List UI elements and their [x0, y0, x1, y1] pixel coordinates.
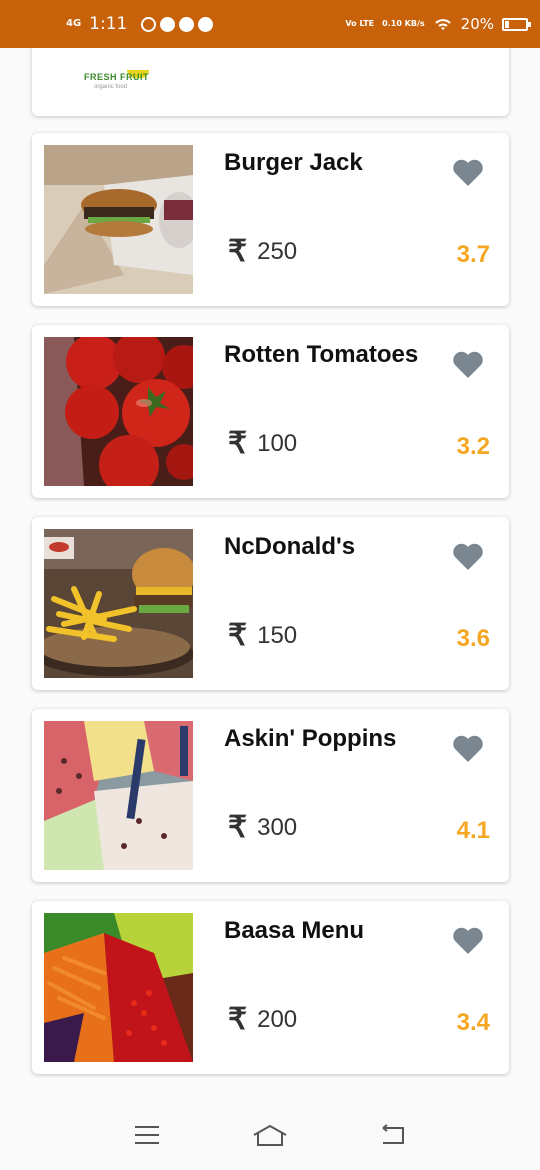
restaurant-name: Baasa Menu: [224, 917, 365, 944]
back-button[interactable]: [373, 1115, 413, 1155]
volte-indicator: Vo LTE: [345, 19, 375, 28]
restaurant-image: [44, 529, 193, 678]
network-speed: 0.10 KB/s: [382, 19, 425, 28]
status-bar: 4G 1:11 Vo LTE 0.10 KB/s 20%: [0, 0, 540, 48]
restaurant-name: Rotten Tomatoes: [224, 341, 419, 368]
rating-value: 4.1: [456, 817, 490, 844]
menu-button[interactable]: [127, 1115, 167, 1155]
price-group: ₹ 100: [228, 429, 297, 459]
restaurant-card[interactable]: NcDonald's ₹ 150 3.6: [32, 517, 509, 690]
wifi-icon: [434, 19, 451, 30]
rating-value: 3.7: [456, 241, 490, 268]
rupee-icon: ₹: [228, 1003, 248, 1036]
restaurant-card[interactable]: Burger Jack ₹ 250 3.7: [32, 133, 509, 306]
price-group: ₹ 250: [228, 237, 297, 267]
restaurant-card-partial[interactable]: FRESH FRUIT organic food: [32, 48, 509, 116]
battery-percent: 20%: [460, 15, 494, 33]
favorite-heart-icon[interactable]: [452, 925, 484, 955]
app-notification-icon: [198, 16, 214, 32]
battery-icon: [502, 17, 531, 31]
restaurant-name: Burger Jack: [224, 149, 363, 176]
price-value: 150: [257, 622, 298, 649]
favorite-heart-icon[interactable]: [452, 157, 484, 187]
rupee-icon: ₹: [228, 427, 248, 460]
restaurant-card[interactable]: Rotten Tomatoes ₹ 100 3.2: [32, 325, 509, 498]
rating-value: 3.6: [456, 625, 490, 652]
rupee-icon: ₹: [228, 235, 248, 268]
restaurant-list[interactable]: FRESH FRUIT organic food Burger Jack ₹ 2…: [0, 48, 540, 1100]
price-value: 300: [257, 814, 298, 841]
home-button[interactable]: [250, 1115, 290, 1155]
restaurant-name: NcDonald's: [224, 533, 356, 560]
rupee-icon: ₹: [228, 811, 248, 844]
status-left: 4G 1:11: [66, 14, 214, 34]
home-icon: [253, 1124, 287, 1146]
price-group: ₹ 150: [228, 621, 297, 651]
notification-icons: [141, 16, 214, 32]
rating-value: 3.2: [456, 433, 490, 460]
price-value: 250: [257, 238, 298, 265]
status-right: Vo LTE 0.10 KB/s 20%: [345, 15, 531, 33]
logo-subtitle: organic food: [94, 84, 128, 90]
price-value: 200: [257, 1006, 298, 1033]
restaurant-image: [44, 337, 193, 486]
price-value: 100: [257, 430, 298, 457]
whatsapp-icon: [141, 16, 157, 32]
restaurant-image: [44, 913, 193, 1062]
price-group: ₹ 200: [228, 1005, 297, 1035]
restaurant-card[interactable]: Baasa Menu ₹ 200 3.4: [32, 901, 509, 1074]
phone-icon: [179, 16, 195, 32]
favorite-heart-icon[interactable]: [452, 349, 484, 379]
favorite-heart-icon[interactable]: [452, 541, 484, 571]
favorite-heart-icon[interactable]: [452, 733, 484, 763]
price-group: ₹ 300: [228, 813, 297, 843]
logo-title: FRESH FRUIT: [84, 72, 149, 82]
network-indicator: 4G: [66, 18, 82, 29]
restaurant-card[interactable]: Askin' Poppins ₹ 300 4.1: [32, 709, 509, 882]
rupee-icon: ₹: [228, 619, 248, 652]
back-icon: [382, 1124, 405, 1144]
restaurant-image: [44, 721, 193, 870]
rating-value: 3.4: [456, 1009, 490, 1036]
restaurant-image: [44, 145, 193, 294]
menu-icon: [134, 1126, 159, 1144]
system-nav-bar: [0, 1100, 540, 1170]
status-time: 1:11: [89, 14, 128, 34]
restaurant-name: Askin' Poppins: [224, 725, 397, 752]
message-icon: [160, 16, 176, 32]
